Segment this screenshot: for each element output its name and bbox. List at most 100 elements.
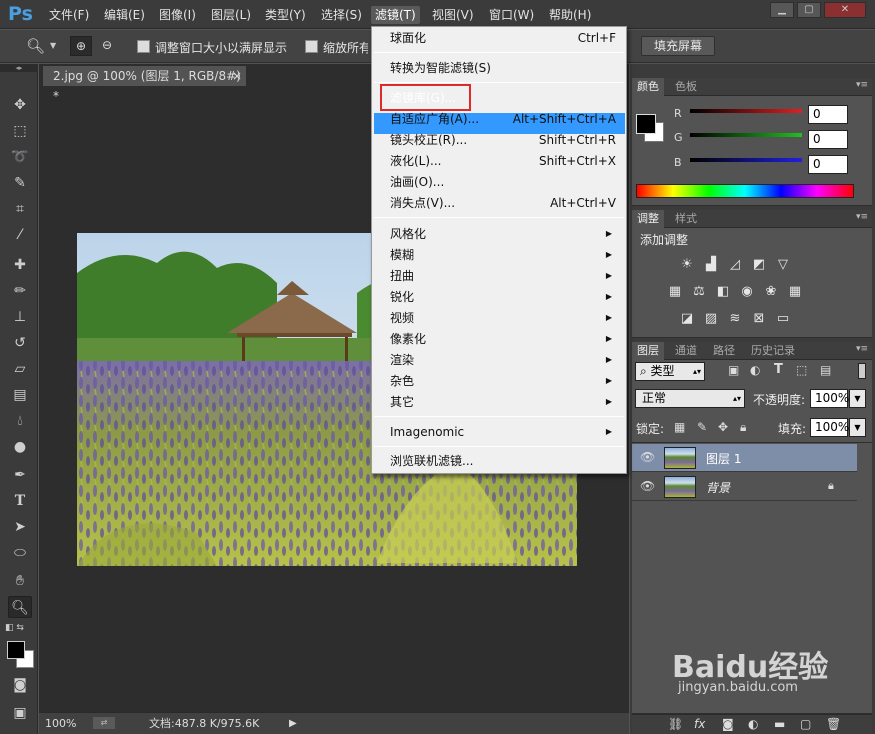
zoom-level[interactable]: 100% — [45, 714, 76, 734]
blend-mode-select[interactable]: 正常 ▴▾ — [635, 389, 745, 408]
menu-view[interactable]: 视图(V) — [428, 6, 478, 24]
lock-transparent-icon[interactable]: ▦ — [674, 420, 685, 434]
threshold-icon[interactable]: ≋ — [727, 311, 743, 327]
color-lookup-icon[interactable]: ▦ — [787, 284, 803, 300]
add-mask-icon[interactable]: ◙ — [722, 717, 734, 731]
menu-window[interactable]: 窗口(W) — [485, 6, 538, 24]
quick-mask-icon[interactable]: ◙ — [8, 674, 32, 696]
move-tool-icon[interactable]: ✥ — [8, 94, 32, 116]
channel-g-input[interactable]: 0 — [808, 130, 848, 149]
filter-type-icon[interactable]: T — [774, 362, 783, 377]
screen-mode-icon[interactable]: ▣ — [8, 702, 32, 724]
menu-select[interactable]: 选择(S) — [317, 6, 366, 24]
foreground-color-swatch[interactable] — [7, 641, 25, 659]
layer-name[interactable]: 图层 1 — [706, 450, 741, 467]
menu-item-noise[interactable]: 杂色 ▶ — [390, 372, 616, 390]
fill-screen-button[interactable]: 填充屏幕 — [641, 36, 715, 56]
menu-item-sharpen[interactable]: 锐化 ▶ — [390, 288, 616, 306]
fill-dropdown-icon[interactable]: ▼ — [849, 418, 866, 437]
fx-icon[interactable]: fx — [694, 717, 705, 731]
layer-filter-select[interactable]: ⌕ 类型 ▴▾ — [635, 362, 705, 381]
filter-shape-icon[interactable]: ⬚ — [796, 363, 807, 377]
resize-windows-checkbox[interactable] — [137, 40, 150, 53]
gradient-map-icon[interactable]: ▭ — [775, 311, 791, 327]
menu-item-oil-paint[interactable]: 油画(O)... — [390, 173, 616, 191]
new-adjustment-icon[interactable]: ◐ — [748, 717, 758, 731]
menu-item-video[interactable]: 视频 ▶ — [390, 309, 616, 327]
share-icon[interactable]: ⇄ — [93, 717, 115, 729]
channel-b-slider[interactable] — [690, 158, 802, 162]
menu-type[interactable]: 类型(Y) — [261, 6, 310, 24]
color-balance-icon[interactable]: ⚖ — [691, 284, 707, 300]
maximize-icon[interactable]: ▢ — [797, 2, 821, 18]
opacity-input[interactable]: 100% — [810, 389, 849, 408]
color-spectrum[interactable] — [636, 184, 854, 198]
menu-image[interactable]: 图像(I) — [155, 6, 200, 24]
brush-tool-icon[interactable]: ✏ — [8, 280, 32, 302]
eraser-tool-icon[interactable]: ▱ — [8, 358, 32, 380]
visibility-eye-icon[interactable]: 👁︎ — [640, 450, 655, 464]
healing-brush-icon[interactable]: ✚ — [8, 254, 32, 276]
link-layers-icon[interactable]: ⛓ — [668, 717, 683, 731]
black-white-icon[interactable]: ◧ — [715, 284, 731, 300]
hue-saturation-icon[interactable]: ▦ — [667, 284, 683, 300]
default-colors-icon[interactable]: ◧ ⇆ — [5, 623, 24, 633]
new-layer-icon[interactable]: ▢ — [800, 717, 811, 731]
type-tool-icon[interactable]: T — [8, 490, 32, 512]
zoom-tool-icon[interactable]: 🔍︎ — [26, 37, 45, 55]
close-tab-icon[interactable]: × — [232, 66, 242, 86]
pen-tool-icon[interactable]: ✒ — [8, 464, 32, 486]
zoom-tool-icon[interactable]: 🔍︎ — [8, 596, 32, 618]
menu-item-spherize[interactable]: 球面化 Ctrl+F — [390, 29, 616, 47]
tab-color[interactable]: 颜色 — [632, 78, 664, 96]
ellipse-tool-icon[interactable]: ⬭ — [8, 542, 32, 564]
gradient-tool-icon[interactable]: ▤ — [8, 384, 32, 406]
menu-item-adaptive-wide-angle[interactable]: 自适应广角(A)... Alt+Shift+Ctrl+A — [390, 110, 616, 128]
panel-menu-icon[interactable]: ▾≡ — [856, 80, 868, 90]
invert-icon[interactable]: ◪ — [679, 311, 695, 327]
zoom-out-icon[interactable]: ⊖ — [96, 36, 118, 56]
panel-collapse-icon[interactable]: ◂▸ — [0, 64, 38, 72]
brightness-icon[interactable]: ☀ — [679, 257, 695, 273]
visibility-eye-icon[interactable]: 👁︎ — [640, 479, 655, 493]
tab-channels[interactable]: 通道 — [670, 342, 702, 360]
curves-icon[interactable]: ◿ — [727, 257, 743, 273]
menu-item-stylize[interactable]: 风格化 ▶ — [390, 225, 616, 243]
path-select-icon[interactable]: ➤ — [8, 516, 32, 538]
minimize-icon[interactable]: ▁ — [770, 2, 794, 18]
menu-help[interactable]: 帮助(H) — [545, 6, 595, 24]
opacity-dropdown-icon[interactable]: ▼ — [849, 389, 866, 408]
lasso-tool-icon[interactable]: ➰ — [8, 146, 32, 168]
chevron-down-icon[interactable]: ▼ — [50, 41, 56, 50]
status-arrow-icon[interactable]: ▶ — [289, 714, 297, 734]
menu-filter[interactable]: 滤镜(T) — [371, 6, 420, 24]
exposure-icon[interactable]: ◩ — [751, 257, 767, 273]
lock-position-icon[interactable]: ✥ — [718, 420, 728, 434]
menu-item-browse-online-filters[interactable]: 浏览联机滤镜... — [390, 452, 616, 470]
eyedropper-icon[interactable]: ⁄ — [8, 224, 32, 246]
levels-icon[interactable]: ▟ — [703, 257, 719, 273]
history-brush-icon[interactable]: ↺ — [8, 332, 32, 354]
menu-item-imagenomic[interactable]: Imagenomic ▶ — [390, 423, 616, 441]
channel-r-slider[interactable] — [690, 109, 802, 113]
channel-g-slider[interactable] — [690, 133, 802, 137]
clone-stamp-icon[interactable]: ⊥ — [8, 306, 32, 328]
tab-adjustments[interactable]: 调整 — [632, 210, 664, 228]
filter-pixel-icon[interactable]: ▣ — [728, 363, 739, 377]
tab-paths[interactable]: 路径 — [708, 342, 740, 360]
lock-all-icon[interactable]: 🔒︎ — [740, 420, 746, 435]
close-icon[interactable]: ✕ — [824, 2, 866, 18]
dodge-tool-icon[interactable]: ● — [8, 436, 32, 458]
crop-tool-icon[interactable]: ⌗ — [8, 198, 32, 220]
zoom-in-icon[interactable]: ⊕ — [70, 36, 92, 56]
layer-name[interactable]: 背景 — [706, 479, 730, 496]
menu-item-distort[interactable]: 扭曲 ▶ — [390, 267, 616, 285]
fill-input[interactable]: 100% — [810, 418, 849, 437]
menu-item-other[interactable]: 其它 ▶ — [390, 393, 616, 411]
selective-color-icon[interactable]: ⊠ — [751, 311, 767, 327]
foreground-swatch[interactable] — [636, 114, 656, 134]
filter-smart-icon[interactable]: ▤ — [820, 363, 831, 377]
new-group-icon[interactable]: ▬ — [774, 717, 785, 731]
delete-layer-icon[interactable]: 🗑︎ — [826, 717, 841, 731]
panel-menu-icon[interactable]: ▾≡ — [856, 212, 868, 222]
